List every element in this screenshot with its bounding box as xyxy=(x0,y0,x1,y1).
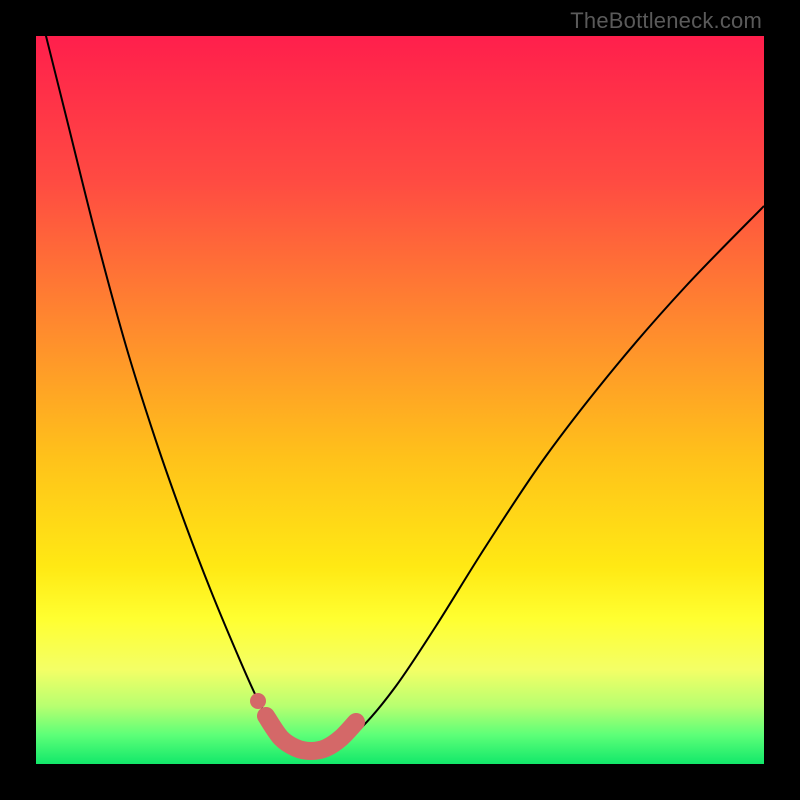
chart-frame xyxy=(36,36,764,764)
accent-dot xyxy=(250,693,266,709)
sweet-spot-accent xyxy=(266,716,356,751)
curve-layer xyxy=(36,36,764,764)
bottleneck-curve xyxy=(36,36,764,751)
watermark-text: TheBottleneck.com xyxy=(570,8,762,34)
